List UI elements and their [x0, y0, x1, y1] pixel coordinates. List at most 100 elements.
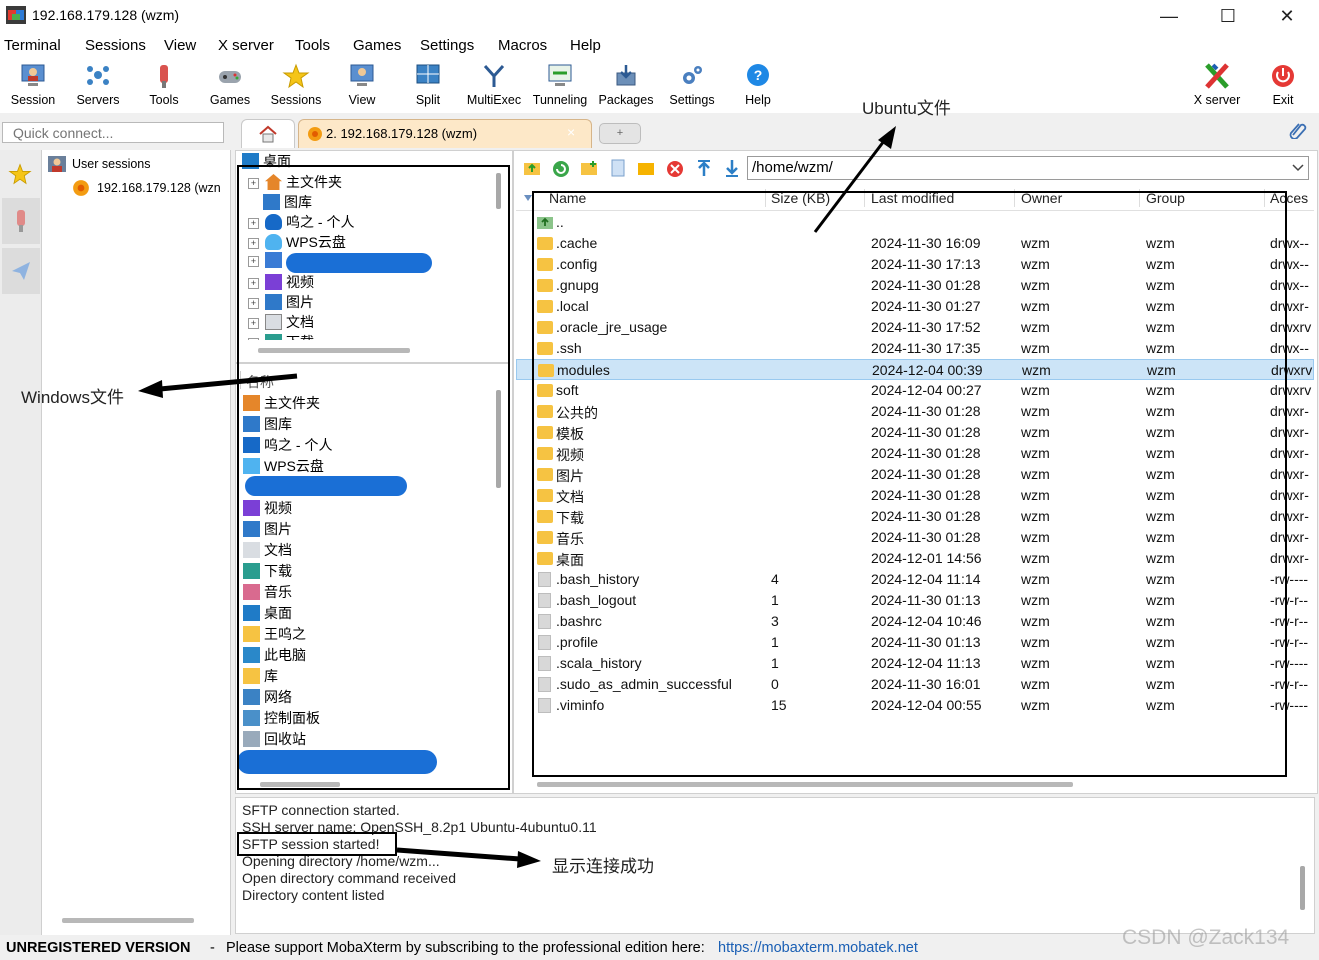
- servers-button[interactable]: Servers: [65, 61, 131, 107]
- tree-item-redacted[interactable]: +: [248, 252, 286, 272]
- sftp-file-row[interactable]: 图片 2024-11-30 01:28 wzm wzm drwxr-: [535, 464, 1315, 485]
- windows-list-item[interactable]: 主文件夹: [243, 393, 320, 413]
- windows-list-item[interactable]: 此电脑: [243, 645, 306, 665]
- tree-item-onedrive[interactable]: + 呜之 - 个人: [248, 212, 354, 232]
- column-header-access[interactable]: Acces: [1270, 190, 1308, 206]
- column-header-modified[interactable]: Last modified: [871, 190, 954, 206]
- windows-list-item[interactable]: 桌面: [243, 603, 292, 623]
- view-button[interactable]: View: [329, 61, 395, 107]
- sftp-file-row[interactable]: .bash_logout 1 2024-11-30 01:13 wzm wzm -rw-r…: [535, 590, 1315, 611]
- side-tools-tab[interactable]: [2, 198, 40, 244]
- menu-view[interactable]: View: [164, 37, 196, 54]
- expand-icon[interactable]: +: [248, 238, 259, 249]
- sftp-file-row[interactable]: .local 2024-11-30 01:27 wzm wzm drwxr-: [535, 296, 1315, 317]
- remote-path-input[interactable]: /home/wzm/: [747, 156, 1309, 180]
- vertical-scrollbar[interactable]: [1300, 866, 1305, 910]
- sftp-file-row[interactable]: .oracle_jre_usage 2024-11-30 17:52 wzm wzm d…: [535, 317, 1315, 338]
- horizontal-scrollbar[interactable]: [260, 782, 340, 787]
- sftp-file-row[interactable]: soft 2024-12-04 00:27 wzm wzm drwxrv: [535, 380, 1315, 401]
- column-divider[interactable]: [1014, 189, 1015, 207]
- delete-icon[interactable]: [666, 160, 684, 178]
- new-folder-icon[interactable]: [580, 160, 598, 176]
- xserver-button[interactable]: X server: [1184, 61, 1250, 107]
- sftp-file-row[interactable]: .bashrc 3 2024-12-04 10:46 wzm wzm -rw-r--: [535, 611, 1315, 632]
- column-divider[interactable]: [1139, 189, 1140, 207]
- expand-icon[interactable]: +: [248, 298, 259, 309]
- close-button[interactable]: ✕: [1264, 2, 1310, 30]
- windows-list-item[interactable]: 图片: [243, 519, 292, 539]
- expand-icon[interactable]: +: [248, 218, 259, 229]
- packages-button[interactable]: Packages: [593, 61, 659, 107]
- menu-games[interactable]: Games: [353, 37, 401, 54]
- download-icon[interactable]: [724, 159, 740, 177]
- parent-directory-row[interactable]: ..: [535, 212, 1315, 233]
- column-divider[interactable]: [765, 189, 766, 207]
- menu-macros[interactable]: Macros: [498, 37, 547, 54]
- sftp-file-row[interactable]: 音乐 2024-11-30 01:28 wzm wzm drwxr-: [535, 527, 1315, 548]
- expand-icon[interactable]: +: [248, 178, 259, 189]
- horizontal-scrollbar[interactable]: [62, 918, 194, 923]
- vertical-scrollbar[interactable]: [496, 173, 501, 209]
- menu-xserver[interactable]: X server: [218, 37, 274, 54]
- sftp-file-row[interactable]: 公共的 2024-11-30 01:28 wzm wzm drwxr-: [535, 401, 1315, 422]
- menu-settings[interactable]: Settings: [420, 37, 474, 54]
- windows-list-item[interactable]: WPS云盘: [243, 456, 324, 476]
- column-header-group[interactable]: Group: [1146, 190, 1185, 206]
- sftp-file-row[interactable]: .scala_history 1 2024-12-04 11:13 wzm wzm -rw…: [535, 653, 1315, 674]
- column-divider[interactable]: [1264, 189, 1265, 207]
- tree-item-home[interactable]: + 主文件夹: [248, 172, 342, 192]
- refresh-icon[interactable]: [552, 160, 570, 178]
- chevron-down-icon[interactable]: [1291, 162, 1305, 174]
- sftp-file-row[interactable]: 文档 2024-11-30 01:28 wzm wzm drwxr-: [535, 485, 1315, 506]
- sftp-file-row[interactable]: modules 2024-12-04 00:39 wzm wzm drwxrv: [516, 359, 1314, 380]
- windows-list-item[interactable]: 图库: [243, 414, 292, 434]
- menu-terminal[interactable]: Terminal: [4, 37, 61, 54]
- sftp-file-row[interactable]: .gnupg 2024-11-30 01:28 wzm wzm drwx--: [535, 275, 1315, 296]
- upload-icon[interactable]: [696, 159, 712, 177]
- tab-close-icon[interactable]: ×: [567, 124, 575, 140]
- session-item[interactable]: 192.168.179.128 (wzn: [97, 181, 221, 195]
- tree-item-desktop[interactable]: 桌面: [242, 151, 291, 171]
- home-tab[interactable]: [241, 119, 295, 148]
- sftp-file-row[interactable]: .ssh 2024-11-30 17:35 wzm wzm drwx--: [535, 338, 1315, 359]
- expand-icon[interactable]: +: [248, 278, 259, 289]
- settings-button[interactable]: Settings: [659, 61, 725, 107]
- expand-icon[interactable]: +: [248, 318, 259, 329]
- tree-item-documents[interactable]: + 文档: [248, 312, 314, 332]
- sftp-file-row[interactable]: 下载 2024-11-30 01:28 wzm wzm drwxr-: [535, 506, 1315, 527]
- tree-item-videos[interactable]: + 视频: [248, 272, 314, 292]
- expand-icon[interactable]: +: [248, 338, 259, 340]
- column-header-name[interactable]: Name: [549, 190, 586, 206]
- new-tab-button[interactable]: +: [599, 123, 641, 144]
- column-header-size[interactable]: Size (KB): [771, 190, 830, 206]
- windows-list-item[interactable]: 控制面板: [243, 708, 320, 728]
- user-sessions-label[interactable]: User sessions: [72, 157, 151, 171]
- sftp-file-row[interactable]: .sudo_as_admin_successful 0 2024-11-30 16:…: [535, 674, 1315, 695]
- side-macros-tab[interactable]: [2, 248, 40, 294]
- vertical-scrollbar[interactable]: [496, 390, 501, 488]
- maximize-button[interactable]: ☐: [1205, 2, 1251, 30]
- tab-session[interactable]: 2. 192.168.179.128 (wzm) ×: [298, 119, 592, 148]
- horizontal-scrollbar[interactable]: [258, 348, 410, 353]
- sftp-file-row[interactable]: 视频 2024-11-30 01:28 wzm wzm drwxr-: [535, 443, 1315, 464]
- help-button[interactable]: ? Help: [725, 61, 791, 107]
- sftp-file-row[interactable]: 桌面 2024-12-01 14:56 wzm wzm drwxr-: [535, 548, 1315, 569]
- multiexec-button[interactable]: MultiExec: [461, 61, 527, 107]
- column-divider[interactable]: [864, 189, 865, 207]
- windows-list-item[interactable]: 库: [243, 666, 278, 686]
- minimize-button[interactable]: —: [1146, 2, 1192, 30]
- windows-list-item[interactable]: 网络: [243, 687, 292, 707]
- panel-splitter[interactable]: [236, 362, 510, 364]
- tree-item-wps[interactable]: + WPS云盘: [248, 232, 346, 252]
- menu-sessions[interactable]: Sessions: [85, 37, 146, 54]
- split-button[interactable]: Split: [395, 61, 461, 107]
- session-button[interactable]: Session: [0, 61, 66, 107]
- sftp-file-row[interactable]: .cache 2024-11-30 16:09 wzm wzm drwx--: [535, 233, 1315, 254]
- tree-item-downloads[interactable]: +下载: [248, 332, 314, 340]
- sftp-file-row[interactable]: .config 2024-11-30 17:13 wzm wzm drwx--: [535, 254, 1315, 275]
- quick-connect-input[interactable]: [2, 122, 224, 143]
- expand-icon[interactable]: +: [248, 256, 259, 267]
- column-header-owner[interactable]: Owner: [1021, 190, 1062, 206]
- windows-list-item[interactable]: 音乐: [243, 582, 292, 602]
- sftp-file-row[interactable]: .bash_history 4 2024-12-04 11:14 wzm wzm -rw-…: [535, 569, 1315, 590]
